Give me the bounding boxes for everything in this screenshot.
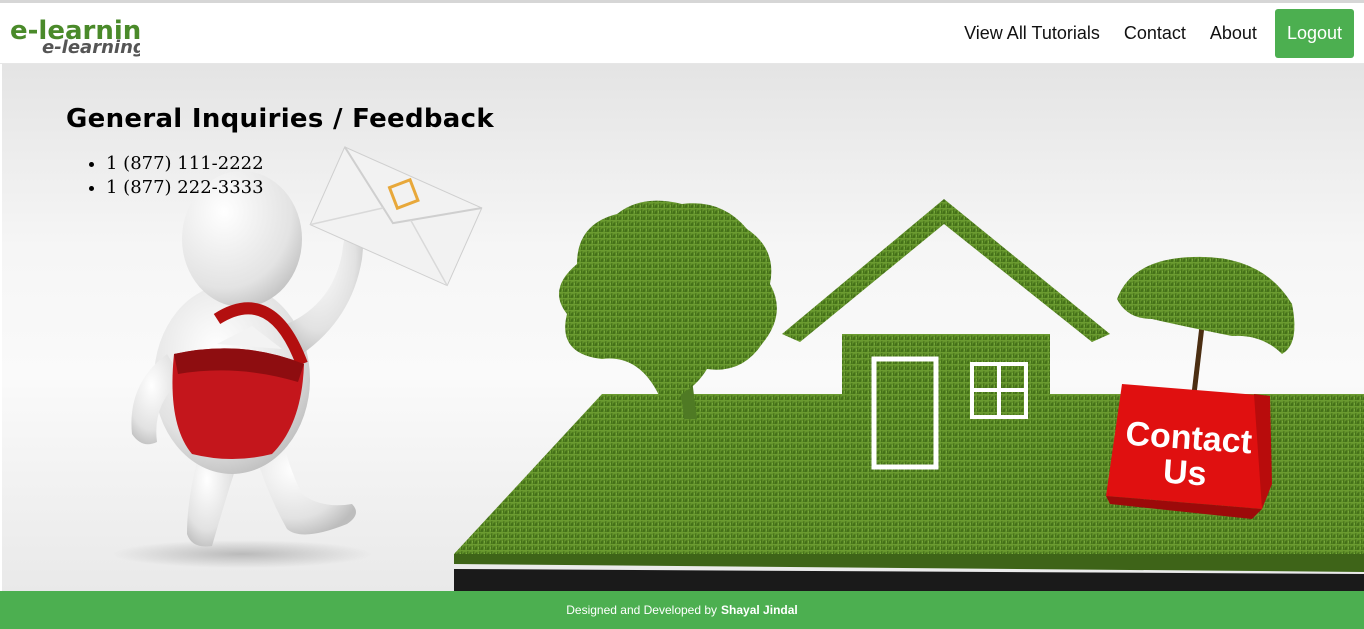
grass-tree <box>559 200 777 419</box>
page-title: General Inquiries / Feedback <box>66 104 494 134</box>
sign-label-us: Us <box>1162 453 1208 494</box>
nav-view-all-tutorials[interactable]: View All Tutorials <box>952 9 1112 57</box>
footer-author: Shayal Jindal <box>721 603 798 617</box>
main-nav: View All Tutorials Contact About Logout <box>952 8 1354 58</box>
mailman-figure <box>112 146 483 568</box>
phone-list: 1 (877) 111-2222 1 (877) 222-3333 <box>66 152 494 200</box>
footer-credit-prefix: Designed and Developed by <box>566 603 718 617</box>
e-learning-logo[interactable]: e-learning e-learning <box>10 13 140 57</box>
logout-button[interactable]: Logout <box>1274 8 1354 58</box>
grass-umbrella <box>1117 256 1295 395</box>
contact-us-sign: Contact Us <box>1106 384 1272 519</box>
nav-contact[interactable]: Contact <box>1112 9 1198 57</box>
contact-hero: Contact Us General Inquiries / Feedback … <box>2 64 1364 591</box>
phone-number-1: 1 (877) 111-2222 <box>106 152 494 176</box>
nav-about[interactable]: About <box>1198 9 1269 57</box>
footer: Designed and Developed by Shayal Jindal <box>0 591 1364 629</box>
contact-info: General Inquiries / Feedback 1 (877) 111… <box>66 104 494 200</box>
phone-number-2: 1 (877) 222-3333 <box>106 176 494 200</box>
svg-text:e-learning: e-learning <box>10 16 140 46</box>
navbar: e-learning e-learning View All Tutorials… <box>0 3 1364 64</box>
